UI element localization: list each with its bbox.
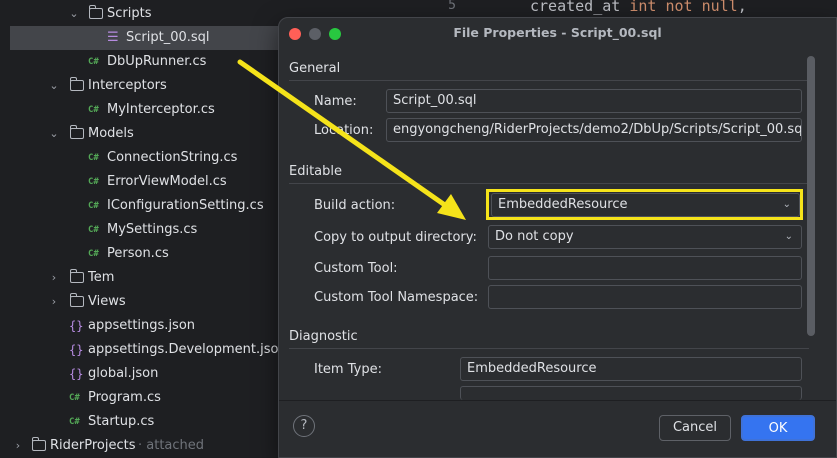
chevron-down-icon[interactable]: ⌄	[47, 122, 61, 146]
tree-item-label: MySettings.cs	[107, 222, 198, 237]
code-line: created_at int not null,	[530, 0, 747, 15]
tree-item-label: IConfigurationSetting.cs	[107, 198, 264, 213]
database-file-icon: ☰	[107, 30, 119, 45]
tree-item-label: Tem	[88, 270, 115, 285]
json-file-icon: {}	[69, 343, 84, 357]
dialog-title: File Properties - Script_00.sql	[453, 25, 662, 40]
custom-tool-namespace-field[interactable]	[488, 285, 802, 309]
section-editable: Editable	[289, 164, 343, 179]
tree-item-label: Person.cs	[107, 246, 169, 261]
tree-item-label: Startup.cs	[88, 414, 155, 429]
chevron-right-icon[interactable]: ›	[47, 266, 61, 290]
csharp-file-icon: C#	[88, 201, 99, 211]
tree-item-label: ErrorViewModel.cs	[107, 174, 227, 189]
tree-item-label: Views	[88, 294, 126, 309]
build-action-label: Build action:	[314, 198, 396, 213]
divider	[289, 348, 809, 349]
tree-item-label: Scripts	[107, 6, 152, 21]
custom-tool-namespace-label: Custom Tool Namespace:	[314, 290, 479, 305]
code-keyword: int not null	[629, 0, 738, 15]
chevron-down-icon: ⌄	[784, 231, 793, 242]
divider	[289, 183, 809, 184]
item-type-label: Item Type:	[314, 362, 382, 377]
custom-tool-field[interactable]	[488, 256, 802, 280]
name-label: Name:	[314, 94, 357, 109]
folder-icon	[69, 269, 84, 283]
chevron-down-icon[interactable]: ⌄	[67, 2, 81, 26]
folder-icon	[69, 125, 84, 139]
code-identifier: created_at	[530, 0, 630, 15]
dialog-scrollbar[interactable]	[807, 56, 815, 336]
help-button[interactable]: ?	[293, 415, 315, 437]
location-label: Location:	[314, 123, 374, 138]
csharp-file-icon: C#	[88, 177, 99, 187]
folder-icon	[69, 77, 84, 91]
json-file-icon: {}	[69, 319, 84, 333]
dialog-footer: ? Cancel OK	[279, 400, 836, 457]
csharp-file-icon: C#	[88, 105, 99, 115]
csharp-file-icon: C#	[69, 393, 80, 403]
cancel-button[interactable]: Cancel	[659, 415, 731, 441]
chevron-down-icon[interactable]: ⌄	[47, 74, 61, 98]
name-field[interactable]: Script_00.sql	[386, 89, 802, 113]
copy-output-select[interactable]: Do not copy ⌄	[488, 225, 802, 249]
csharp-file-icon: C#	[88, 225, 99, 235]
item-type-field[interactable]: EmbeddedResource	[460, 357, 802, 381]
tree-item-label: RiderProjects	[50, 438, 136, 453]
tree-item-label: appsettings.json	[88, 318, 196, 333]
tree-item-label: appsettings.Development.json	[88, 342, 287, 357]
tree-item-label: MyInterceptor.cs	[107, 102, 215, 117]
csharp-file-icon: C#	[88, 57, 99, 67]
tree-item-label: Program.cs	[88, 390, 161, 405]
divider	[289, 80, 809, 81]
folder-icon	[88, 5, 103, 19]
attached-label: · attached	[138, 438, 205, 453]
folder-icon	[69, 293, 84, 307]
tree-item-label: ConnectionString.cs	[107, 150, 238, 165]
ok-button[interactable]: OK	[741, 415, 815, 441]
csharp-file-icon: C#	[88, 249, 99, 259]
tree-item-label: Models	[88, 126, 134, 141]
next-field-partial	[460, 386, 802, 400]
section-general: General	[289, 61, 341, 76]
copy-output-label: Copy to output directory:	[314, 230, 477, 245]
chevron-right-icon[interactable]: ›	[11, 434, 25, 458]
dialog-titlebar[interactable]: File Properties - Script_00.sql	[279, 18, 836, 48]
tree-item-label: DbUpRunner.cs	[107, 54, 207, 69]
tree-item-label: Interceptors	[88, 78, 167, 93]
csharp-file-icon: C#	[69, 417, 80, 427]
chevron-right-icon[interactable]: ›	[47, 290, 61, 314]
copy-output-value: Do not copy	[495, 229, 574, 244]
location-field[interactable]: engyongcheng/RiderProjects/demo2/DbUp/Sc…	[386, 118, 802, 142]
section-diagnostic: Diagnostic	[289, 329, 358, 344]
file-properties-dialog: File Properties - Script_00.sql General …	[278, 17, 837, 458]
csharp-file-icon: C#	[88, 153, 99, 163]
build-action-highlight	[486, 189, 803, 220]
code-punct: ,	[737, 0, 747, 15]
custom-tool-label: Custom Tool:	[314, 261, 398, 276]
json-file-icon: {}	[69, 367, 84, 381]
tree-item-label: global.json	[88, 366, 159, 381]
folder-icon	[31, 437, 46, 451]
tree-item-label: Script_00.sql	[126, 30, 210, 45]
line-number: 5	[448, 0, 456, 13]
